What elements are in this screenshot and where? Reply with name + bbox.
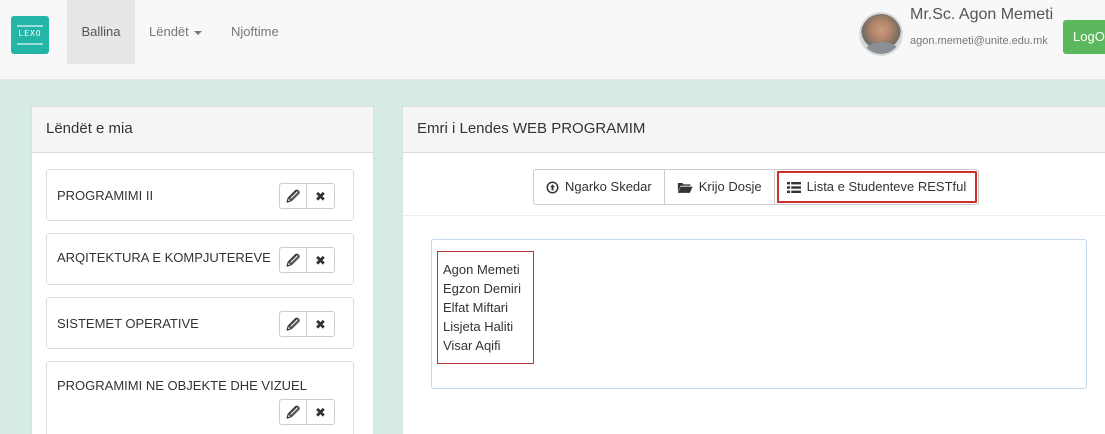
- nav-home[interactable]: Ballina: [67, 0, 135, 64]
- edit-button[interactable]: 🖉: [279, 311, 307, 337]
- nav-subjects-dropdown[interactable]: Lëndët: [149, 0, 202, 64]
- list-item: Lisjeta Haliti: [443, 319, 514, 334]
- subject-name: SISTEMET OPERATIVE: [57, 316, 199, 331]
- edit-icon: 🖉: [286, 252, 300, 268]
- divider: [403, 215, 1105, 216]
- list-icon: [786, 181, 801, 194]
- nav-subjects-label: Lëndët: [149, 24, 189, 39]
- delete-button[interactable]: ✖: [307, 247, 335, 273]
- subject-detail-panel: Emri i Lendes WEB PROGRAMIM Ngarko Skeda…: [402, 106, 1105, 434]
- subject-item[interactable]: SISTEMET OPERATIVE 🖉 ✖: [46, 297, 354, 349]
- close-icon: ✖: [315, 316, 326, 332]
- subject-item[interactable]: PROGRAMIMI II 🖉 ✖: [46, 169, 354, 221]
- caret-down-icon: [193, 30, 202, 35]
- nav-notifications-label: Njoftime: [231, 24, 279, 39]
- close-icon: ✖: [315, 404, 326, 420]
- top-navbar: LEXO Ballina Lëndët Njoftime Mr.Sc. Agon…: [0, 0, 1105, 80]
- nav-home-label: Ballina: [81, 24, 121, 39]
- user-name: Mr.Sc. Agon Memeti: [910, 6, 1054, 23]
- subject-toolbar: Ngarko Skedar Krijo Dosje Lista e Studen…: [533, 169, 980, 205]
- my-subjects-panel: Lëndët e mia PROGRAMIMI II 🖉 ✖ ARQITEKTU…: [31, 106, 374, 434]
- avatar[interactable]: [859, 12, 903, 56]
- subject-item[interactable]: ARQITEKTURA E KOMPJUTEREVE 🖉 ✖: [46, 233, 354, 285]
- student-list-restful-button[interactable]: Lista e Studenteve RESTful: [774, 169, 980, 205]
- student-list-label: Lista e Studenteve RESTful: [806, 179, 967, 194]
- upload-circle-icon: [546, 180, 559, 194]
- close-icon: ✖: [315, 252, 326, 268]
- delete-button[interactable]: ✖: [307, 183, 335, 209]
- subject-actions: 🖉 ✖: [279, 183, 335, 209]
- list-item: Visar Aqifi: [443, 338, 501, 353]
- my-subjects-title: Lëndët e mia: [32, 107, 373, 153]
- student-list-box: Agon Memeti Egzon Demiri Elfat Miftari L…: [431, 239, 1087, 389]
- subject-actions: 🖉 ✖: [279, 399, 335, 425]
- subject-item[interactable]: PROGRAMIMI NE OBJEKTE DHE VIZUEL 🖉 ✖: [46, 361, 354, 434]
- subject-name: PROGRAMIMI NE OBJEKTE DHE VIZUEL: [57, 378, 307, 393]
- edit-icon: 🖉: [286, 188, 300, 204]
- logout-button[interactable]: LogO: [1063, 20, 1105, 54]
- subject-title: Emri i Lendes WEB PROGRAMIM: [403, 107, 1105, 153]
- nav-notifications[interactable]: Njoftime: [231, 0, 279, 64]
- edit-icon: 🖉: [286, 404, 300, 420]
- create-folder-button[interactable]: Krijo Dosje: [664, 169, 775, 205]
- edit-button[interactable]: 🖉: [279, 247, 307, 273]
- folder-open-icon: [677, 181, 693, 194]
- list-item: Elfat Miftari: [443, 300, 509, 315]
- delete-button[interactable]: ✖: [307, 399, 335, 425]
- edit-button[interactable]: 🖉: [279, 399, 307, 425]
- list-item: Agon Memeti: [443, 262, 520, 277]
- user-email: agon.memeti@unite.edu.mk: [910, 35, 1048, 47]
- create-folder-label: Krijo Dosje: [698, 179, 762, 194]
- delete-button[interactable]: ✖: [307, 311, 335, 337]
- upload-file-label: Ngarko Skedar: [565, 179, 652, 194]
- student-list: Agon Memeti Egzon Demiri Elfat Miftari L…: [437, 251, 535, 364]
- list-item: Egzon Demiri: [443, 281, 522, 296]
- close-icon: ✖: [315, 188, 326, 204]
- subject-actions: 🖉 ✖: [279, 247, 335, 273]
- logo-text: LEXO: [18, 29, 42, 38]
- edit-icon: 🖉: [286, 316, 300, 332]
- upload-file-button[interactable]: Ngarko Skedar: [533, 169, 665, 205]
- subject-actions: 🖉 ✖: [279, 311, 335, 337]
- subject-name: ARQITEKTURA E KOMPJUTEREVE: [57, 250, 271, 265]
- app-logo[interactable]: LEXO: [11, 16, 49, 54]
- subject-name: PROGRAMIMI II: [57, 188, 154, 203]
- edit-button[interactable]: 🖉: [279, 183, 307, 209]
